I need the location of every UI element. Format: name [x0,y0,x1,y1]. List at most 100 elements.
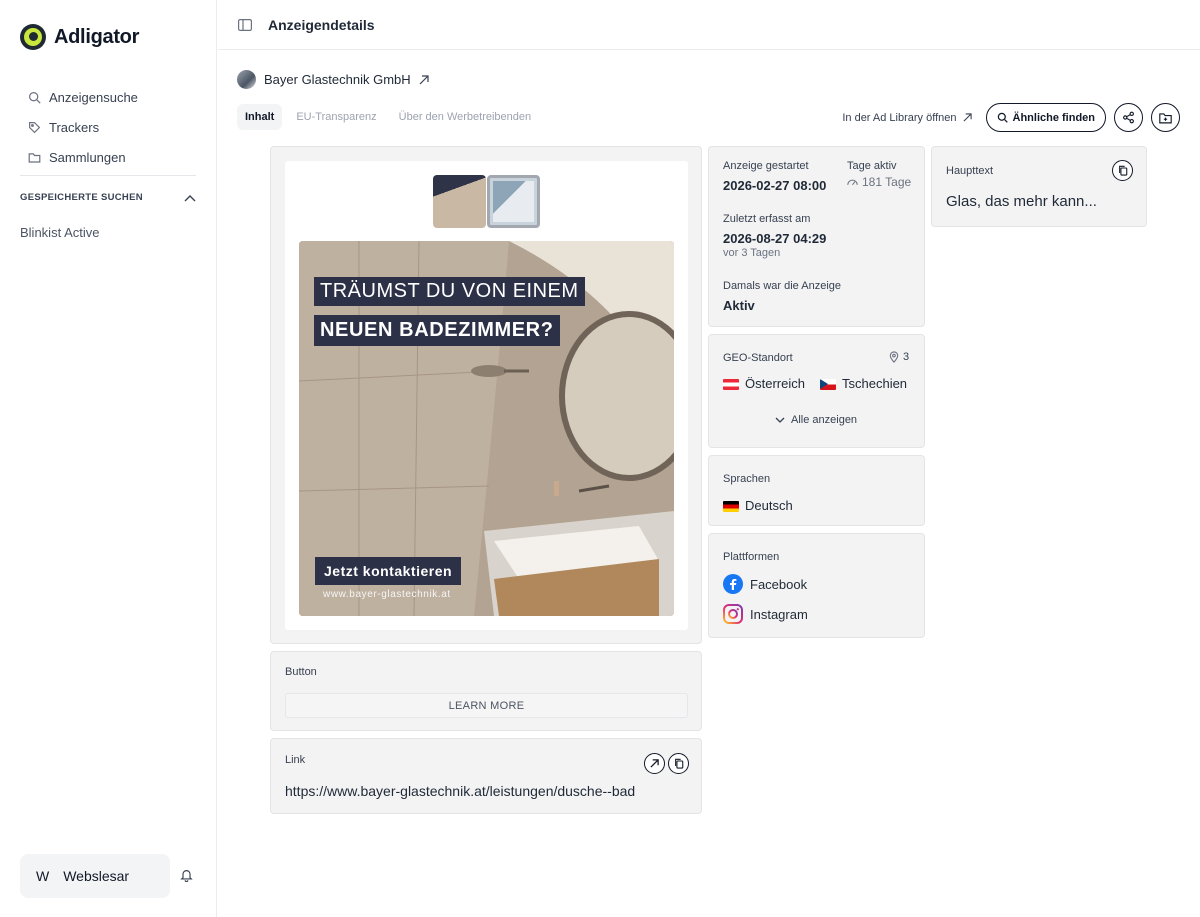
external-link-icon [650,759,659,768]
copy-icon [1118,165,1127,176]
user-name: Webslesar [63,868,130,884]
active-days-value: 181 Tage [862,175,912,189]
sidebar-item-sammlungen[interactable]: Sammlungen [28,142,138,172]
top-bar: Anzeigendetails [218,0,1200,50]
chevron-up-icon[interactable] [184,194,196,202]
last-seen-relative: vor 3 Tagen [723,247,781,259]
started-value: 2026-02-27 08:00 [723,178,827,193]
cta-button-preview[interactable]: LEARN MORE [285,693,688,718]
germany-flag-icon [723,501,739,513]
page-title: Anzeigendetails [268,16,375,33]
country-name: Österreich [745,376,805,391]
advertiser-avatar [237,70,256,89]
saved-search-item[interactable]: Blinkist Active [20,225,99,240]
geo-count-value: 3 [903,351,910,363]
austria-flag-icon [723,379,739,391]
show-all-label: Alle anzeigen [791,414,858,426]
bell-icon[interactable] [180,868,193,882]
tab-werbetreibenden[interactable]: Über den Werbetreibenden [391,104,540,130]
country-austria: Österreich [723,376,805,391]
geo-count: 3 [889,351,909,363]
ad-headline-line-2: NEUEN BADEZIMMER? [314,315,560,346]
creative-thumbnail-2[interactable] [487,175,540,228]
button-card-label: Button [285,666,317,678]
find-similar-button[interactable]: Ähnliche finden [985,103,1106,132]
platform-name: Facebook [750,576,808,592]
platforms-card: Plattformen Facebook Instagram [708,533,925,638]
tab-inhalt[interactable]: Inhalt [237,104,283,130]
sidebar-item-trackers[interactable]: Trackers [28,112,138,142]
content-tabs: Inhalt EU-Transparenz Über den Werbetrei… [237,104,539,130]
last-seen-value: 2026-08-27 04:29 [723,231,827,246]
open-link-button[interactable] [644,753,665,774]
ad-cta-label: Jetzt kontaktieren [315,557,462,585]
main-text-label: Haupttext [946,165,994,177]
sidebar-item-label: Anzeigensuche [49,89,138,105]
country-name: Tschechien [842,376,908,391]
ad-actions: In der Ad Library öffnen Ähnliche finden [842,103,1180,132]
main-text-card: Haupttext Glas, das mehr kann... [931,146,1147,227]
brand-name: Adligator [54,25,140,48]
platform-facebook: Facebook [723,574,807,594]
ad-timeline-card: Anzeige gestartet 2026-02-27 08:00 Tage … [708,146,925,327]
platforms-label: Plattformen [723,551,780,563]
languages-label: Sprachen [723,473,771,485]
share-button[interactable] [1114,103,1143,132]
ad-media-card: TRÄUMST DU VON EINEM NEUEN BADEZIMMER? J… [270,146,702,644]
save-to-collection-button[interactable] [1151,103,1180,132]
started-label: Anzeige gestartet [723,160,809,172]
sidebar-item-label: Trackers [49,119,100,135]
facebook-icon [723,574,743,594]
tab-eu-transparenz[interactable]: EU-Transparenz [288,104,384,130]
main-text-value: Glas, das mehr kann... [946,193,1097,210]
sidebar-item-anzeigensuche[interactable]: Anzeigensuche [28,82,138,112]
advertiser-name: Bayer Glastechnik GmbH [264,72,411,87]
platform-instagram: Instagram [723,604,808,624]
sidebar-nav: Anzeigensuche Trackers Sammlungen [28,82,138,172]
folder-add-icon [1159,112,1172,123]
active-days: 181 Tage [847,175,911,189]
saved-searches-heading: GESPEICHERTE SUCHEN [20,192,143,203]
search-icon [29,91,41,104]
tag-icon [29,121,41,133]
geo-label: GEO-Standort [723,352,793,364]
search-icon [997,112,1008,123]
button-card: Button LEARN MORE [270,651,702,731]
logo-mark-icon [20,24,46,50]
activity-icon [847,179,858,185]
languages-card: Sprachen Deutsch [708,455,925,526]
czech-flag-icon [820,379,836,391]
language-name: Deutsch [745,498,793,513]
last-seen-label: Zuletzt erfasst am [723,213,811,225]
external-link-icon [963,113,972,122]
copy-link-button[interactable] [668,753,689,774]
saved-searches-header[interactable]: GESPEICHERTE SUCHEN [20,192,196,203]
ad-creative-image[interactable]: TRÄUMST DU VON EINEM NEUEN BADEZIMMER? J… [299,241,674,616]
folder-icon [28,152,41,163]
creative-thumbnail-1[interactable] [433,175,486,228]
user-menu[interactable]: W Webslesar [20,854,170,898]
advertiser-link[interactable]: Bayer Glastechnik GmbH [237,70,429,89]
sidebar-toggle-icon[interactable] [238,18,252,31]
status-label: Damals war die Anzeige [723,280,842,292]
link-card-label: Link [285,754,306,766]
platform-name: Instagram [750,606,808,622]
external-link-icon [419,74,429,84]
landing-page-url[interactable]: https://www.bayer-glastechnik.at/leistun… [285,783,635,799]
show-all-countries-button[interactable]: Alle anzeigen [775,414,857,426]
sidebar: Adligator Anzeigensuche Trackers Sammlun… [0,0,217,917]
avatar: W [36,868,50,884]
status-badge: Aktiv [723,298,755,313]
language-german: Deutsch [723,498,793,513]
open-ad-library-label: In der Ad Library öffnen [842,111,957,124]
instagram-icon [723,604,743,624]
open-ad-library-link[interactable]: In der Ad Library öffnen [842,111,972,124]
brand-logo[interactable]: Adligator [20,24,139,50]
copy-text-button[interactable] [1112,160,1133,181]
country-czechia: Tschechien [820,376,907,391]
share-icon [1123,111,1134,124]
thumbnail-image [493,181,534,222]
ad-url-text: www.bayer-glastechnik.at [323,589,451,600]
geo-card: GEO-Standort 3 Österreich Tschechien All… [708,334,925,448]
location-pin-icon [889,351,899,363]
